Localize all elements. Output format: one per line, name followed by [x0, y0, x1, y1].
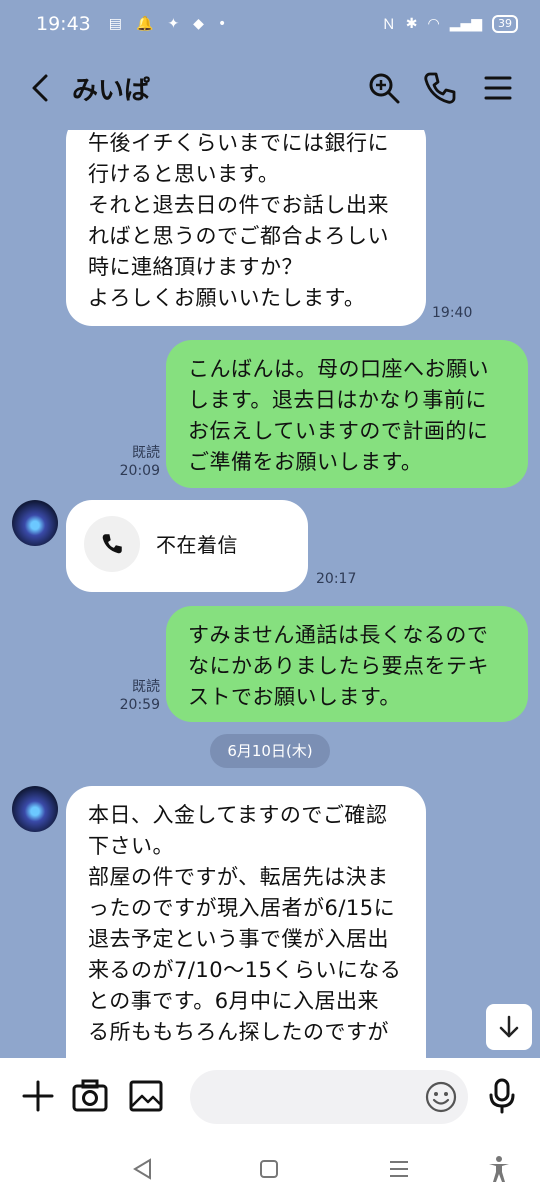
call-icon	[84, 516, 140, 572]
read-receipt: 既読	[132, 445, 160, 461]
camera-icon[interactable]	[70, 1076, 110, 1116]
missed-call-label: 不在着信	[156, 533, 238, 557]
system-icons: Ｎ ✱ ◠ ▂▄▆ 39	[382, 14, 518, 34]
message-line: との事です。6月中に入居出来	[88, 989, 380, 1013]
navigation-bar	[0, 1138, 540, 1200]
emoji-icon[interactable]	[424, 1080, 458, 1114]
message-line: お伝えしていますので計画的に	[188, 419, 489, 443]
accessibility-icon[interactable]	[484, 1154, 514, 1184]
signal-icon: ▂▄▆	[449, 16, 482, 32]
read-receipt: 既読	[132, 679, 160, 695]
message-bubble-incoming[interactable]: 午後イチくらいまでには銀行に 行けると思います。 それと退去日の件でお話し出来 …	[66, 130, 426, 326]
message-line: 午後イチくらいまでには銀行に	[88, 131, 389, 155]
notification-icon: ✦	[167, 16, 180, 32]
dot-icon: •	[217, 16, 227, 32]
avatar[interactable]	[12, 500, 58, 546]
notification-icons: ▤ 🔔 ✦ ◆ •	[109, 16, 226, 32]
message-line: よろしくお願いいたします。	[88, 286, 366, 310]
input-bar	[0, 1058, 540, 1138]
message-time: 20:59	[119, 697, 160, 713]
message-line: それと退去日の件でお話し出来	[88, 193, 389, 217]
message-line: 本日、入金してますのでご確認	[88, 803, 388, 827]
nav-recents-icon[interactable]	[384, 1154, 414, 1184]
status-time: 19:43	[36, 13, 91, 35]
message-icon: ▤	[108, 16, 122, 32]
date-separator: 6月10日(木)	[210, 734, 330, 768]
message-line: ストでお願いします。	[188, 685, 401, 709]
message-bubble-outgoing[interactable]: すみません通話は長くなるので なにかありましたら要点をテキ ストでお願いします。	[166, 606, 528, 722]
message-line: なにかありましたら要点をテキ	[188, 654, 489, 678]
message-line: 部屋の件ですが、転居先は決ま	[88, 865, 389, 889]
message-line: る所ももちろん探したのですが	[88, 1020, 389, 1044]
message-line: 退去予定という事で僕が入居出	[88, 927, 389, 951]
menu-icon[interactable]	[478, 68, 518, 108]
missed-call-bubble[interactable]: 不在着信	[66, 500, 308, 592]
nav-back-icon[interactable]	[128, 1154, 158, 1184]
message-meta: 既読 20:09	[118, 444, 160, 480]
message-line: 時に連絡頂けますか？	[88, 255, 303, 279]
message-meta: 既読 20:59	[118, 678, 160, 714]
search-icon[interactable]	[364, 68, 404, 108]
phone-icon[interactable]	[420, 68, 460, 108]
message-line: 行けると思います。	[88, 162, 280, 186]
message-bubble-incoming[interactable]: 本日、入金してますのでご確認 下さい。 部屋の件ですが、転居先は決ま ったのです…	[66, 786, 426, 1058]
message-line: 来るのが7/10〜15くらいになる	[88, 958, 402, 982]
wifi-icon: ◠	[427, 16, 440, 32]
bluetooth-icon: ✱	[405, 16, 418, 32]
scroll-down-button[interactable]	[486, 1004, 532, 1050]
message-line: ればと思うのでご都合よろしい	[88, 224, 389, 248]
chat-header: みいぱ	[0, 48, 540, 130]
microphone-icon[interactable]	[482, 1076, 522, 1116]
avatar[interactable]	[12, 786, 58, 832]
chat-area[interactable]: 午後イチくらいまでには銀行に 行けると思います。 それと退去日の件でお話し出来 …	[0, 130, 540, 1058]
status-bar: 19:43 ▤ 🔔 ✦ ◆ • Ｎ ✱ ◠ ▂▄▆ 39	[0, 0, 540, 48]
battery-icon: 39	[492, 15, 518, 33]
message-time: 20:09	[119, 463, 160, 479]
arrow-down-icon	[499, 1015, 519, 1038]
message-line: 下さい。	[88, 834, 174, 858]
message-line: ったのですが現入居者が6/15に	[88, 896, 396, 920]
message-bubble-outgoing[interactable]: こんばんは。母の口座へお願い します。退去日はかなり事前に お伝えしていますので…	[166, 340, 528, 488]
nfc-icon: Ｎ	[381, 17, 396, 33]
message-time: 19:40	[432, 305, 473, 321]
message-line: ご準備をお願いします。	[188, 450, 423, 474]
message-line: こんばんは。母の口座へお願い	[188, 357, 489, 381]
message-line: します。退去日はかなり事前に	[188, 388, 487, 412]
plus-icon[interactable]	[18, 1076, 58, 1116]
nav-home-icon[interactable]	[254, 1154, 284, 1184]
app-icon: ◆	[193, 16, 204, 32]
bell-icon: 🔔	[136, 16, 154, 32]
message-line: すみません通話は長くなるので	[188, 623, 489, 647]
image-icon[interactable]	[126, 1076, 166, 1116]
chat-title[interactable]: みいぱ	[72, 70, 150, 107]
back-icon[interactable]	[22, 70, 58, 106]
message-time: 20:17	[316, 571, 357, 587]
